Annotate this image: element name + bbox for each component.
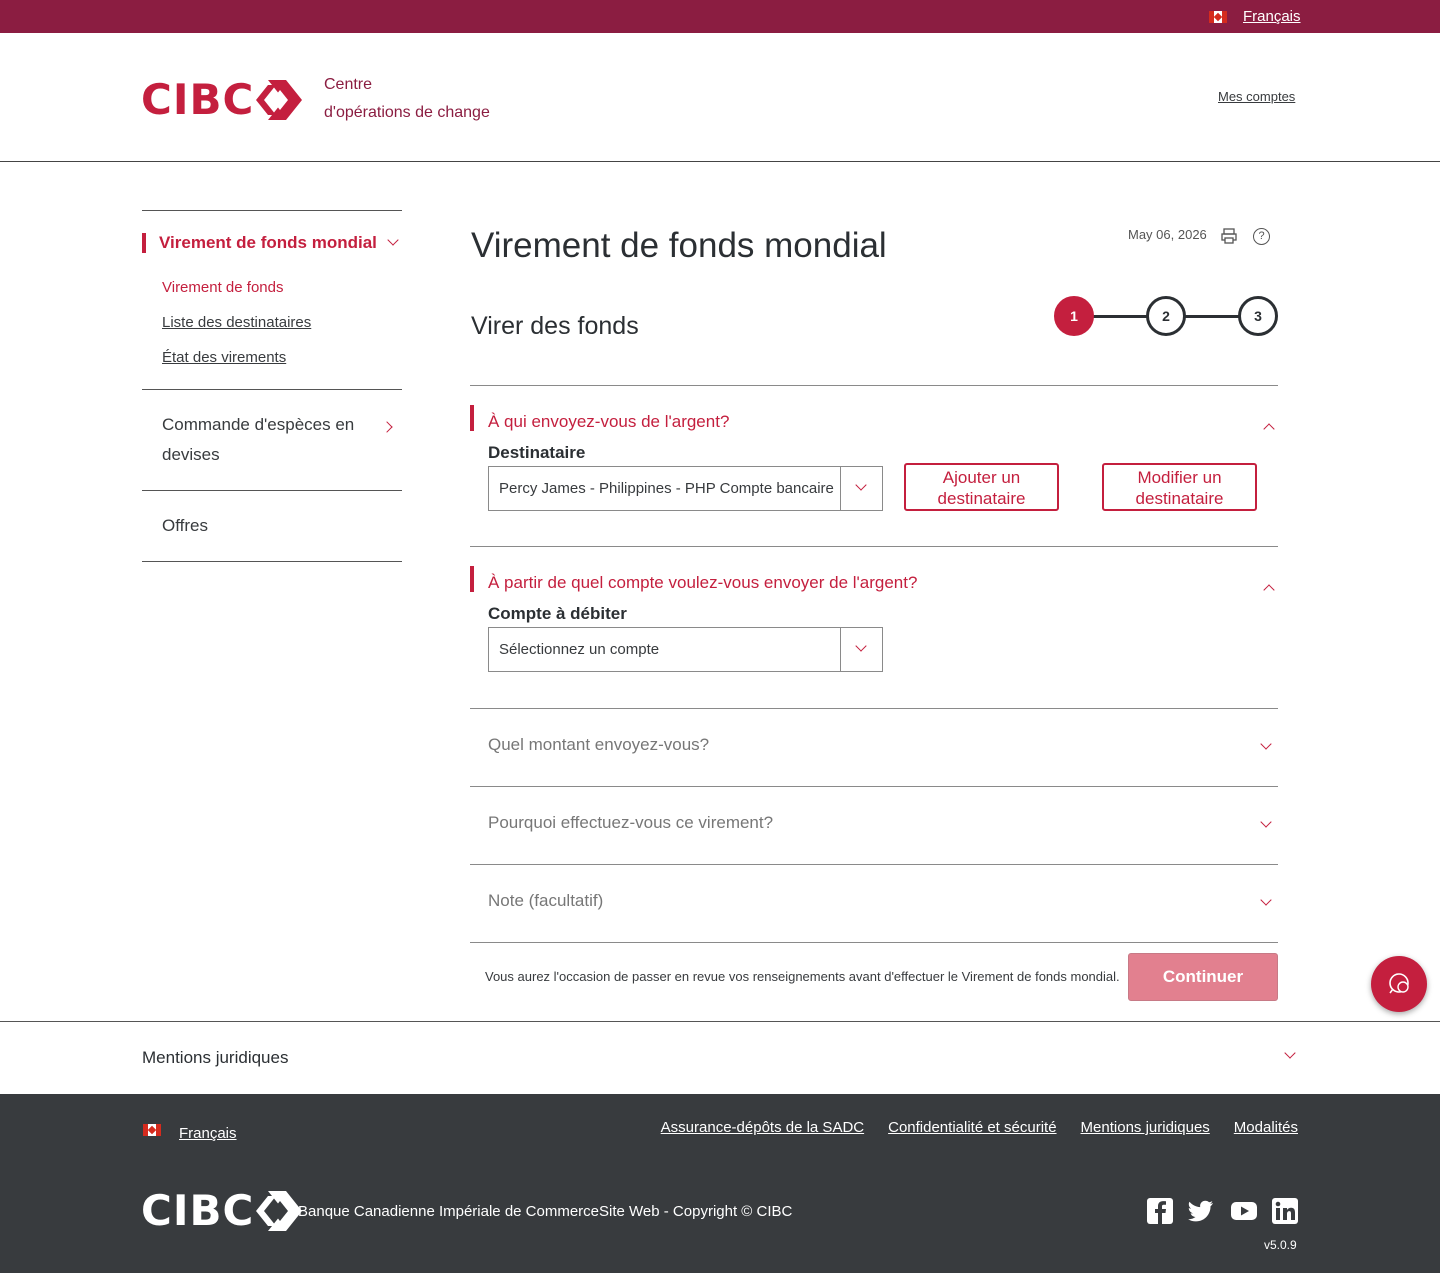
divider (470, 546, 1278, 547)
divider (470, 786, 1278, 787)
recipient-value: Percy James - Philippines - PHP Compte b… (499, 480, 834, 497)
recipient-select[interactable]: Percy James - Philippines - PHP Compte b… (488, 466, 883, 511)
button-line1: Modifier un (1137, 468, 1222, 487)
label-line2: devises (162, 445, 220, 464)
cibc-diamond-icon (256, 79, 303, 120)
review-note: Vous aurez l'occasion de passer en revue… (485, 969, 1120, 984)
sidebar-item-offers[interactable]: Offres (142, 491, 402, 561)
chevron-down-icon (855, 479, 867, 491)
cibc-logo[interactable]: CIBC (141, 75, 303, 124)
button-line2: destinataire (1135, 489, 1224, 508)
footer-language-link[interactable]: Français (179, 1125, 237, 1142)
chevron-down-icon[interactable] (1260, 894, 1272, 906)
divider (470, 708, 1278, 709)
chevron-up-icon[interactable] (1263, 423, 1275, 435)
edit-recipient-button[interactable]: Modifier un destinataire (1102, 463, 1257, 511)
progress-stepper: 1 2 3 (1054, 296, 1278, 336)
footer-link-privacy[interactable]: Confidentialité et sécurité (888, 1119, 1056, 1136)
continue-button[interactable]: Continuer (1128, 953, 1278, 1001)
section-account-title[interactable]: À partir de quel compte voulez-vous envo… (488, 573, 917, 593)
chevron-up-icon[interactable] (1263, 584, 1275, 596)
top-bar: Français (0, 0, 1440, 33)
sidebar-item-global-transfer[interactable]: Virement de fonds mondial (142, 211, 402, 273)
chevron-down-icon[interactable] (1260, 816, 1272, 828)
legal-notices-toggle[interactable]: Mentions juridiques (142, 1048, 288, 1068)
facebook-icon[interactable] (1147, 1198, 1173, 1224)
button-line1: Ajouter un (942, 468, 1021, 487)
recipient-label: Destinataire (488, 443, 586, 462)
section-indicator (470, 405, 474, 431)
label-line1: Commande d'espèces en (162, 415, 355, 434)
page-subtitle: Virer des fonds (471, 312, 639, 340)
site-title: Centre d'opérations de change (324, 71, 490, 127)
footer-links: Assurance-dépôts de la SADC Confidential… (661, 1119, 1298, 1136)
section-indicator (470, 566, 474, 592)
logo-text: CIBC (141, 1186, 255, 1235)
sidebar-item-label: Offres (162, 516, 208, 535)
step-2: 2 (1146, 296, 1186, 336)
chevron-down-icon (855, 640, 867, 652)
step-1: 1 (1054, 296, 1094, 336)
help-icon[interactable]: ? (1253, 228, 1270, 245)
chevron-down-icon[interactable] (1260, 738, 1272, 750)
divider (142, 561, 402, 562)
print-icon[interactable] (1221, 228, 1237, 244)
site-title-line1: Centre (324, 76, 373, 93)
current-date: May 06, 2026 (1128, 227, 1207, 242)
sidebar-item-cash-order[interactable]: Commande d'espèces en devises (142, 390, 402, 490)
sidebar-subitem-status[interactable]: État des virements (142, 343, 402, 378)
sidebar-subitem-label: Liste des destinataires (162, 314, 312, 331)
chevron-down-icon[interactable] (1284, 1047, 1296, 1059)
sidebar-item-label: Commande d'espèces en devises (162, 410, 354, 470)
section-reason-title[interactable]: Pourquoi effectuez-vous ce virement? (488, 813, 773, 833)
header: CIBC Centre d'opérations de change Mes c… (0, 33, 1440, 162)
site-title-line2: d'opérations de change (324, 104, 490, 121)
section-recipient-title[interactable]: À qui envoyez-vous de l'argent? (488, 412, 729, 432)
linkedin-icon[interactable] (1272, 1198, 1298, 1224)
chat-button[interactable] (1371, 956, 1427, 1012)
youtube-icon[interactable] (1231, 1198, 1257, 1224)
step-connector (1184, 315, 1240, 318)
divider (470, 864, 1278, 865)
my-accounts-link[interactable]: Mes comptes (1218, 89, 1295, 104)
version-label: v5.0.9 (1264, 1238, 1297, 1252)
step-connector (1092, 315, 1148, 318)
debit-account-label: Compte à débiter (488, 604, 627, 623)
sidebar-subitem-transfer[interactable]: Virement de fonds (142, 273, 402, 308)
chevron-down-icon (387, 234, 399, 246)
cibc-diamond-icon (256, 1190, 303, 1231)
sidebar-subitem-label: Virement de fonds (162, 279, 284, 296)
add-recipient-button[interactable]: Ajouter un destinataire (904, 463, 1059, 511)
language-toggle-link[interactable]: Français (1243, 8, 1301, 25)
logo-text: CIBC (141, 75, 255, 124)
page-title: Virement de fonds mondial (471, 226, 887, 265)
footer-link-terms[interactable]: Modalités (1234, 1119, 1298, 1136)
step-3: 3 (1238, 296, 1278, 336)
recipient-dropdown-button[interactable] (840, 467, 882, 510)
divider (0, 1021, 1440, 1022)
sidebar-item-label: Virement de fonds mondial (159, 233, 377, 252)
button-line2: destinataire (937, 489, 1026, 508)
divider (470, 942, 1278, 943)
debit-account-placeholder: Sélectionnez un compte (499, 641, 660, 658)
section-amount-title[interactable]: Quel montant envoyez-vous? (488, 735, 709, 755)
sidebar-subitem-recipients[interactable]: Liste des destinataires (142, 308, 402, 343)
canada-flag-icon (1209, 11, 1227, 23)
copyright-text: Banque Canadienne Impériale de CommerceS… (298, 1203, 793, 1220)
chat-icon (1389, 973, 1409, 994)
sidebar-subitem-label: État des virements (162, 349, 287, 366)
active-indicator (142, 233, 146, 253)
canada-flag-icon (143, 1124, 161, 1136)
debit-account-select[interactable]: Sélectionnez un compte (488, 627, 883, 672)
twitter-icon[interactable] (1188, 1198, 1214, 1224)
footer-cibc-logo: CIBC (141, 1186, 303, 1235)
divider (470, 385, 1278, 386)
footer-link-legal[interactable]: Mentions juridiques (1081, 1119, 1210, 1136)
section-note-title[interactable]: Note (facultatif) (488, 891, 603, 911)
debit-account-dropdown-button[interactable] (840, 628, 882, 671)
sidebar: Virement de fonds mondial Virement de fo… (142, 210, 402, 562)
chevron-right-icon (381, 421, 393, 433)
footer: Français Assurance-dépôts de la SADC Con… (0, 1094, 1440, 1273)
footer-link-cdic[interactable]: Assurance-dépôts de la SADC (661, 1119, 864, 1136)
